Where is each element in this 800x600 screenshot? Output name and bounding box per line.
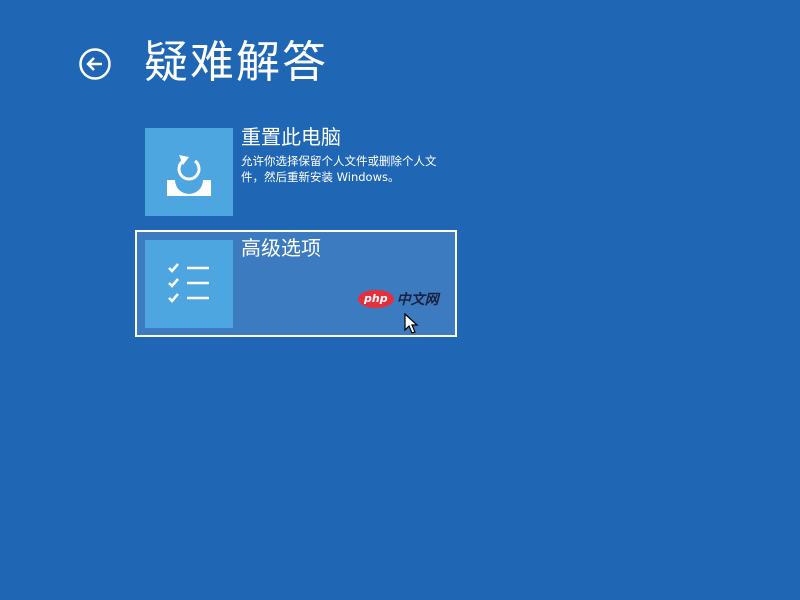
page-title: 疑难解答: [144, 37, 328, 88]
back-arrow-icon: [79, 48, 111, 80]
back-button[interactable]: [78, 47, 112, 81]
reset-pc-tile: [145, 128, 233, 216]
mouse-cursor-icon: [404, 313, 419, 334]
reset-pc-title: 重置此电脑: [241, 125, 341, 149]
advanced-options-tile: [145, 240, 233, 328]
checklist-icon: [168, 263, 209, 303]
reset-pc-description: 允许你选择保留个人文件或删除个人文件，然后重新安装 Windows。: [241, 154, 437, 184]
advanced-options-title: 高级选项: [241, 236, 321, 260]
reset-pc-option[interactable]: 重置此电脑 允许你选择保留个人文件或删除个人文件，然后重新安装 Windows。: [135, 119, 457, 226]
reset-pc-icon: [167, 155, 211, 196]
